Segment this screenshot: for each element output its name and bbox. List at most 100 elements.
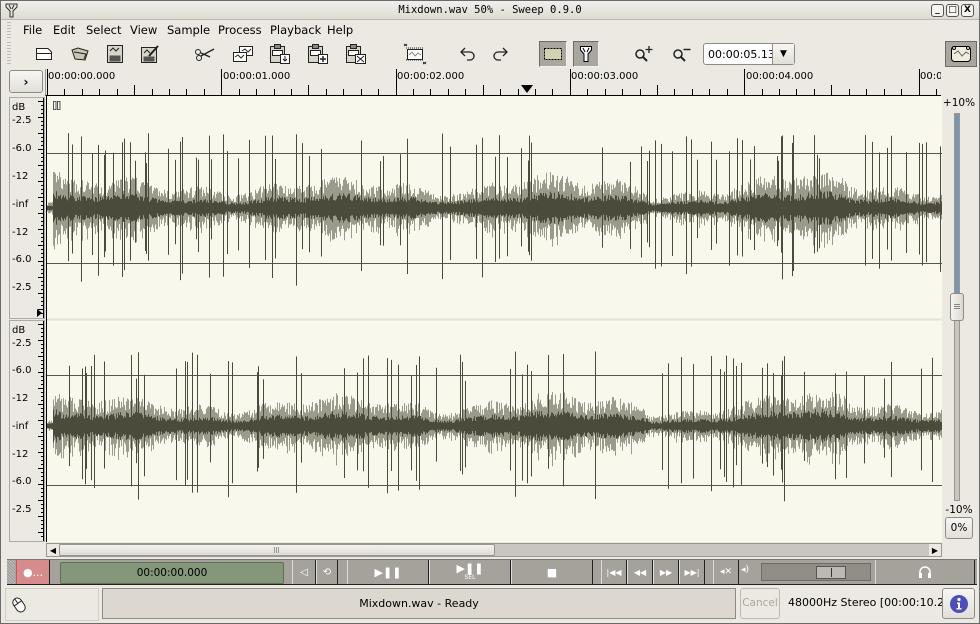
ruler-tick <box>744 69 746 95</box>
save-as-icon <box>141 45 159 63</box>
menu-help[interactable]: Help <box>327 23 353 37</box>
sel-label: SEL <box>464 574 476 581</box>
trim-icon <box>403 43 427 65</box>
time-entry[interactable]: 00:00:05.136 ▼ <box>703 43 795 65</box>
stop-button[interactable]: ■ <box>511 560 593 584</box>
loop-button[interactable]: ⟲ <box>316 560 338 584</box>
db-label: dB <box>12 325 26 336</box>
ruler-label: 00:00:01.000 <box>223 71 291 82</box>
ruler-tick <box>604 89 606 95</box>
play-button[interactable]: ▶❚❚ <box>347 560 429 584</box>
minimize-button[interactable]: _ <box>931 4 944 17</box>
playback-marker[interactable] <box>521 85 533 93</box>
go-to-start-button[interactable]: |◀◀ <box>601 560 627 584</box>
waveform-view[interactable] <box>46 96 942 542</box>
menu-view[interactable]: View <box>130 23 157 37</box>
cancel-button[interactable]: Cancel <box>740 588 780 619</box>
db-scale-left: dB -2.5 -6.0 -12 -inf -12 -6.0 -2.5 <box>9 97 45 319</box>
ruler-tick <box>81 89 83 95</box>
transport-bar: ●... 00:00:00.000 ◁ ⟲ ▶❚❚ ▶❚❚ SEL ■ |◀◀ … <box>7 559 977 585</box>
waveform-canvas[interactable] <box>47 96 942 542</box>
gain-slider-fill <box>955 114 959 314</box>
time-entry-value[interactable]: 00:00:05.136 <box>708 48 772 61</box>
crop-icon <box>346 44 366 64</box>
pause-indicator-icon <box>53 101 61 110</box>
info-button[interactable] <box>942 588 975 619</box>
menu-select[interactable]: Select <box>86 23 121 37</box>
zoom-in-button[interactable] <box>631 41 657 67</box>
maximize-button[interactable]: □ <box>946 4 959 17</box>
ruler-tick <box>238 89 240 95</box>
select-tool-button[interactable] <box>539 41 567 67</box>
monitor-button[interactable] <box>875 560 975 584</box>
ruler-tick <box>291 89 293 95</box>
copy-button[interactable] <box>230 41 256 67</box>
rewind-button[interactable]: ◀◀ <box>627 560 653 584</box>
new-file-icon <box>36 48 52 60</box>
gain-reset-button[interactable]: 0% <box>945 517 973 539</box>
menu-edit[interactable]: Edit <box>53 23 75 37</box>
scrub-tool-button[interactable] <box>573 41 599 67</box>
ruler-label: 00:00:00.000 <box>48 71 116 82</box>
play-reverse-button[interactable]: ◁ <box>292 560 316 584</box>
ruler-tick <box>308 85 310 95</box>
scroll-left-button[interactable]: ◀ <box>47 544 59 556</box>
paste-mix-button[interactable] <box>305 41 331 67</box>
menu-playback[interactable]: Playback <box>270 23 321 37</box>
menu-bar: File Edit Select View Sample Process Pla… <box>1 20 979 40</box>
stop-icon: ■ <box>546 565 558 579</box>
record-button[interactable]: ●... <box>16 560 50 584</box>
follow-playback-button[interactable]: › <box>9 70 43 93</box>
time-entry-dropdown-button[interactable]: ▼ <box>772 44 794 64</box>
db-label: -6.0 <box>12 254 32 265</box>
mouse-icon <box>12 597 26 613</box>
ruler-tick <box>569 69 571 95</box>
ruler-label: 00:00:03.000 <box>571 71 639 82</box>
scroll-right-button[interactable]: ▶ <box>929 544 941 556</box>
mute-button[interactable]: ◂✕ <box>713 560 739 584</box>
horizontal-scrollbar[interactable]: ◀ ▶ <box>46 543 942 557</box>
ruler-tick <box>47 69 48 95</box>
volume-slider-thumb[interactable] <box>816 566 846 579</box>
redo-button[interactable] <box>487 41 513 67</box>
ruler-tick <box>447 89 449 95</box>
save-as-button[interactable] <box>137 41 163 67</box>
paste-icon <box>270 44 290 64</box>
open-button[interactable] <box>67 41 93 67</box>
gain-slider-thumb[interactable] <box>950 293 964 321</box>
arrow-right-icon: ▶ <box>931 545 939 555</box>
fast-forward-button[interactable]: ▶▶ <box>653 560 679 584</box>
crop-button[interactable] <box>343 41 369 67</box>
db-ticks <box>38 321 44 541</box>
menu-process[interactable]: Process <box>218 23 262 37</box>
play-selection-button[interactable]: ▶❚❚ SEL <box>429 560 511 584</box>
ruler-tick <box>761 89 763 95</box>
ruler-tick <box>796 89 798 95</box>
channel-resize-handle[interactable] <box>37 309 42 317</box>
volume-slider[interactable] <box>761 563 871 581</box>
cut-button[interactable] <box>192 41 218 67</box>
time-ruler[interactable]: 00:00:00.000 00:00:01.000 00:00:02.000 0… <box>45 69 941 96</box>
undo-button[interactable] <box>455 41 481 67</box>
paste-button[interactable] <box>267 41 293 67</box>
go-to-end-button[interactable]: ▶▶| <box>679 560 705 584</box>
menubar-grip[interactable] <box>7 22 11 38</box>
ruler-tick <box>395 69 397 95</box>
ruler-tick <box>99 89 101 95</box>
new-button[interactable] <box>31 41 57 67</box>
mouse-status <box>5 588 99 621</box>
toolbar-grip[interactable] <box>7 42 11 66</box>
save-button[interactable] <box>102 41 128 67</box>
zoom-out-icon <box>673 48 691 62</box>
close-button[interactable]: X <box>961 4 974 17</box>
file-info: 48000Hz Stereo [00:00:10.272] <box>788 596 963 609</box>
transport-grip[interactable] <box>7 560 15 584</box>
view-toggle-button[interactable] <box>945 41 977 67</box>
menu-sample[interactable]: Sample <box>167 23 210 37</box>
ruler-tick <box>151 89 153 95</box>
trim-button[interactable] <box>402 41 428 67</box>
ruler-tick <box>378 89 380 95</box>
menu-file[interactable]: File <box>23 23 42 37</box>
horizontal-scrollbar-thumb[interactable] <box>59 544 495 556</box>
zoom-out-button[interactable] <box>669 41 695 67</box>
